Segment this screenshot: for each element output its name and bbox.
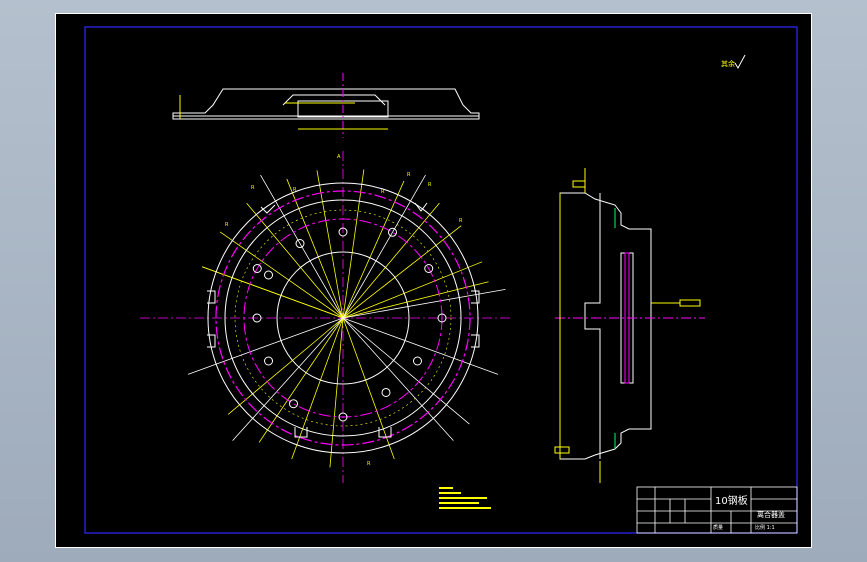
surface-finish-text: 其余 (721, 59, 735, 68)
svg-text:R: R (251, 185, 255, 191)
svg-text:R: R (459, 218, 463, 224)
technical-notes (439, 487, 491, 509)
svg-text:R: R (407, 172, 411, 178)
svg-text:R: R (367, 461, 371, 467)
bolt-hole (381, 387, 391, 397)
svg-text:R: R (293, 187, 297, 193)
bolt-hole (412, 356, 422, 366)
cad-viewer-window: R R A R R R R R R 其余 10钢板 离合器盖 比例 1:1 质量 (0, 0, 867, 562)
outer-border (55, 13, 812, 548)
bolt-hole (289, 399, 298, 409)
leader-ray (342, 174, 426, 319)
mass-label: 质量 (713, 524, 723, 531)
svg-text:A: A (337, 154, 341, 160)
bolt-hole (264, 356, 274, 366)
front-view[interactable]: R R A R R R R R R (140, 151, 510, 483)
cad-drawing-canvas[interactable]: R R A R R R R R R 其余 10钢板 离合器盖 比例 1:1 质量 (55, 13, 812, 548)
dimension-ray (342, 202, 440, 319)
material-label: 10钢板 (715, 494, 748, 507)
scale-label: 比例 1:1 (755, 524, 775, 531)
svg-text:R: R (381, 189, 385, 195)
dimension-ray (342, 225, 462, 319)
leader-ray (342, 288, 506, 319)
side-section-view[interactable] (554, 168, 705, 483)
part-name-label: 离合器盖 (757, 510, 785, 519)
inner-border (84, 26, 798, 534)
surface-finish-symbol: 其余 (721, 54, 746, 70)
drawing-sheet[interactable]: R R A R R R R R R 其余 10钢板 离合器盖 比例 1:1 质量 (55, 13, 812, 548)
top-profile-view[interactable] (172, 73, 480, 138)
svg-text:R: R (428, 182, 432, 188)
svg-text:R: R (225, 222, 229, 228)
bolt-hole (264, 270, 274, 280)
